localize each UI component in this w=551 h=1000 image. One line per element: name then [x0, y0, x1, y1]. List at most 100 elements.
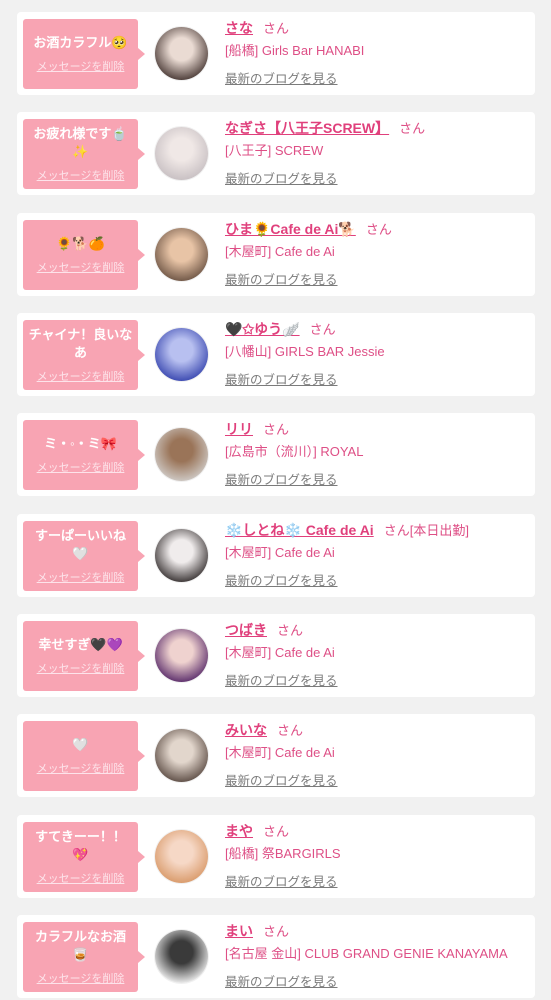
cast-name-link[interactable]: まい [225, 923, 253, 939]
message-card: カラフルなお酒🥃 メッセージを削除 まい さん [名古屋 金山] CLUB GRA… [17, 914, 535, 998]
cast-info: ひま🌻Cafe de Ai🐕 さん [木屋町] Cafe de Ai 最新のブログ… [225, 213, 531, 296]
message-text: 🌻🐕🍊 [56, 235, 105, 251]
honorific-label: さん [277, 723, 304, 739]
message-text: すーぱーいいね🤍 [34, 527, 126, 561]
honorific-label: さん [399, 121, 426, 137]
message-text: チャイナ！良いなあ [28, 326, 133, 360]
message-text: お酒カラフル🥺 [33, 35, 128, 50]
name-row: ひま🌻Cafe de Ai🐕 さん [225, 220, 392, 239]
work-status-label: [本日出勤] [409, 522, 469, 538]
cast-name-link[interactable]: 🖤✩ゆう🪽 [225, 321, 300, 337]
latest-blog-link[interactable]: 最新のブログを見る [225, 471, 338, 489]
cast-name-link[interactable]: ひま🌻Cafe de Ai🐕 [225, 221, 356, 237]
message-bubble: チャイナ！良いなあ メッセージを削除 [23, 319, 145, 390]
message-text: 幸せすぎ🖤💜 [38, 636, 123, 652]
honorific-label: さん [383, 522, 410, 538]
message-card: お疲れ様です🍵✨ メッセージを削除 なぎさ【八王子SCREW】 さん [八王子] … [17, 112, 535, 196]
shop-label: [木屋町] Cafe de Ai [225, 544, 335, 560]
name-row: みいな さん [225, 721, 303, 740]
cast-info: つばき さん [木屋町] Cafe de Ai 最新のブログを見る [225, 614, 531, 697]
cast-name-link[interactable]: つばき [225, 622, 267, 638]
honorific-label: さん [365, 221, 392, 237]
honorific-label: さん [263, 823, 290, 839]
delete-message-link[interactable]: メッセージを削除 [37, 461, 125, 475]
name-row: まい さん [225, 922, 289, 941]
message-card: 🌻🐕🍊 メッセージを削除 ひま🌻Cafe de Ai🐕 さん [木屋町] Cafe… [17, 212, 535, 296]
avatar[interactable] [155, 428, 208, 482]
latest-blog-link[interactable]: 最新のブログを見る [225, 572, 338, 590]
message-card: すてきーー！！💖 メッセージを削除 まや さん [船橋] 祭BARGIRLS 最新… [17, 814, 535, 898]
latest-blog-link[interactable]: 最新のブログを見る [225, 70, 338, 88]
delete-message-link[interactable]: メッセージを削除 [37, 972, 125, 986]
delete-message-link[interactable]: メッセージを削除 [37, 872, 125, 886]
shop-label: [船橋] 祭BARGIRLS [225, 845, 341, 861]
shop-label: [八王子] SCREW [225, 143, 324, 159]
shop-label: [木屋町] Cafe de Ai [225, 243, 335, 259]
message-card: お酒カラフル🥺 メッセージを削除 さな さん [船橋] Girls Bar HAN… [17, 12, 535, 95]
cast-name-link[interactable]: ❄️しとね❄️ Cafe de Ai [225, 522, 374, 538]
avatar[interactable] [155, 628, 208, 682]
message-text: すてきーー！！💖 [35, 828, 126, 862]
message-bubble: すーぱーいいね🤍 メッセージを削除 [23, 520, 145, 591]
delete-message-link[interactable]: メッセージを削除 [37, 169, 125, 183]
delete-message-link[interactable]: メッセージを削除 [37, 60, 125, 74]
cast-name-link[interactable]: なぎさ【八王子SCREW】 [225, 120, 389, 136]
message-bubble: お酒カラフル🥺 メッセージを削除 [23, 19, 145, 89]
name-row: つばき さん [225, 621, 303, 640]
avatar[interactable] [155, 327, 208, 381]
latest-blog-link[interactable]: 最新のブログを見る [225, 772, 338, 790]
avatar[interactable] [155, 27, 208, 80]
name-row: リリ さん [225, 420, 289, 439]
cast-info: さな さん [船橋] Girls Bar HANABI 最新のブログを見る [225, 12, 531, 95]
cast-name-link[interactable]: リリ [225, 421, 253, 437]
shop-label: [名古屋 金山] CLUB GRAND GENIE KANAYAMA [225, 945, 508, 961]
shop-label: [広島市（流川）] ROYAL [225, 444, 364, 460]
avatar[interactable] [155, 929, 208, 983]
delete-message-link[interactable]: メッセージを削除 [37, 662, 125, 676]
shop-label: [船橋] Girls Bar HANABI [225, 43, 365, 58]
delete-message-link[interactable]: メッセージを削除 [37, 370, 125, 384]
cast-info: 🖤✩ゆう🪽 さん [八幡山] GIRLS BAR Jessie 最新のブログを見る [225, 313, 531, 396]
message-list: お酒カラフル🥺 メッセージを削除 さな さん [船橋] Girls Bar HAN… [0, 0, 551, 998]
cast-name-link[interactable]: まや [225, 823, 253, 839]
cast-name-link[interactable]: みいな [225, 722, 267, 738]
message-bubble: お疲れ様です🍵✨ メッセージを削除 [23, 119, 145, 190]
message-bubble: 🌻🐕🍊 メッセージを削除 [23, 219, 145, 290]
delete-message-link[interactable]: メッセージを削除 [37, 261, 125, 275]
delete-message-link[interactable]: メッセージを削除 [37, 571, 125, 585]
latest-blog-link[interactable]: 最新のブログを見る [225, 170, 338, 188]
latest-blog-link[interactable]: 最新のブログを見る [225, 371, 338, 389]
cast-info: なぎさ【八王子SCREW】 さん [八王子] SCREW 最新のブログを見る [225, 112, 531, 195]
message-card: すーぱーいいね🤍 メッセージを削除 ❄️しとね❄️ Cafe de Ai さん[本… [17, 513, 535, 597]
message-bubble: すてきーー！！💖 メッセージを削除 [23, 821, 145, 892]
cast-name-link[interactable]: さな [225, 20, 253, 36]
name-row: なぎさ【八王子SCREW】 さん [225, 119, 425, 138]
message-bubble: ミ・◦・ミ🎀 メッセージを削除 [23, 420, 145, 491]
message-text: 🤍 [72, 737, 89, 753]
latest-blog-link[interactable]: 最新のブログを見る [225, 271, 338, 289]
name-row: さな さん [225, 19, 289, 38]
honorific-label: さん [263, 21, 290, 36]
message-card: チャイナ！良いなあ メッセージを削除 🖤✩ゆう🪽 さん [八幡山] GIRLS B… [17, 312, 535, 396]
latest-blog-link[interactable]: 最新のブログを見る [225, 672, 338, 690]
honorific-label: さん [263, 422, 290, 438]
shop-label: [木屋町] Cafe de Ai [225, 644, 335, 660]
avatar[interactable] [155, 729, 208, 783]
name-row: 🖤✩ゆう🪽 さん [225, 320, 336, 339]
message-bubble: カラフルなお酒🥃 メッセージを削除 [23, 921, 145, 992]
avatar[interactable] [155, 829, 208, 883]
delete-message-link[interactable]: メッセージを削除 [37, 762, 125, 776]
avatar[interactable] [155, 127, 208, 181]
shop-label: [木屋町] Cafe de Ai [225, 745, 335, 761]
latest-blog-link[interactable]: 最新のブログを見る [225, 873, 338, 891]
message-bubble: 幸せすぎ🖤💜 メッセージを削除 [23, 620, 145, 691]
message-card: 幸せすぎ🖤💜 メッセージを削除 つばき さん [木屋町] Cafe de Ai 最… [17, 613, 535, 697]
avatar[interactable] [155, 227, 208, 281]
message-text: お疲れ様です🍵✨ [33, 126, 128, 160]
name-row: ❄️しとね❄️ Cafe de Ai さん[本日出勤] [225, 521, 469, 540]
latest-blog-link[interactable]: 最新のブログを見る [225, 973, 338, 991]
name-row: まや さん [225, 822, 289, 841]
avatar[interactable] [155, 528, 208, 582]
shop-label: [八幡山] GIRLS BAR Jessie [225, 343, 385, 359]
message-card: 🤍 メッセージを削除 みいな さん [木屋町] Cafe de Ai 最新のブログ… [17, 714, 535, 798]
